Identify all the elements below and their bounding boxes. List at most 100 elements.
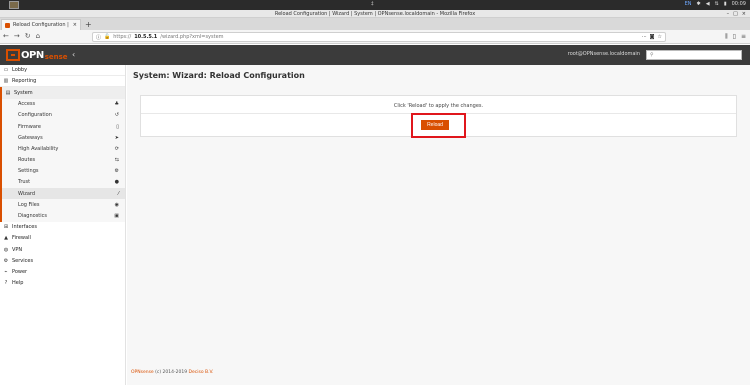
history-icon: ↺ (114, 112, 119, 119)
sidebar-item-label: Interfaces (12, 224, 37, 231)
logo-subtext: sense (44, 52, 68, 61)
sidebar-subitem-diagnostics[interactable]: Diagnostics ▣ (0, 210, 125, 222)
sidebar-subitem-trust[interactable]: Trust ● (0, 176, 125, 189)
magic-icon: ⁄ (118, 190, 119, 197)
panel-center-glyph: ‡ (371, 1, 374, 7)
sidebar-item-reporting[interactable]: ▥ Reporting (0, 76, 125, 88)
sidebar-item-label: Services (12, 257, 34, 264)
footer-brand-link[interactable]: OPNsense (131, 370, 154, 375)
laptop-icon: ▭ (3, 67, 9, 74)
minimize-icon[interactable]: – (727, 11, 730, 17)
url-bar[interactable]: ⓘ 🔓 https://10.5.5.1/wizard.php?xml=syst… (92, 32, 666, 42)
sidebar-subitem-firmware[interactable]: Firmware ▯ (0, 120, 125, 133)
network-icon[interactable]: ⇅ (715, 1, 719, 7)
sidebar-item-help[interactable]: ? Help (0, 278, 125, 289)
reload-page-icon[interactable]: ↻ (25, 32, 31, 40)
sidebar-subitem-label: Access (18, 101, 36, 108)
battery-icon[interactable]: ▮ (724, 1, 727, 7)
main-content: System: Wizard: Reload Configuration Cli… (127, 65, 750, 385)
apply-instructions: Click 'Reload' to apply the changes. (393, 103, 484, 109)
sidebar-subitem-routes[interactable]: Routes ⇆ (0, 154, 125, 166)
tab-close-icon[interactable]: × (73, 22, 77, 28)
page-title: System: Wizard: Reload Configuration (133, 71, 305, 80)
opnsense-logo[interactable]: OPN sense (6, 49, 68, 61)
maximize-icon[interactable]: □ (733, 11, 738, 17)
back-icon[interactable]: ← (3, 32, 9, 40)
sidebar-subitem-label: Settings (18, 168, 39, 175)
search-box[interactable]: ⚲ (646, 50, 742, 60)
forward-icon[interactable]: → (14, 32, 20, 40)
logo-mark-icon (6, 49, 20, 61)
page-actions-icon[interactable]: ··· (642, 34, 647, 40)
opnsense-header: OPN sense ‹ root@OPNsense.localdomain ⚲ (0, 45, 750, 65)
sidebar-item-label: Firewall (12, 235, 31, 242)
lock-warning-icon[interactable]: 🔓 (104, 34, 110, 40)
nav-buttons: ← → ↻ ⌂ (3, 32, 40, 40)
bookmark-star-icon[interactable]: ☆ (658, 34, 662, 40)
sidebar-item-system[interactable]: ▤ System (0, 87, 125, 99)
fire-icon: ▲ (4, 235, 8, 242)
window-titlebar: Reload Configuration | Wizard | System |… (0, 10, 750, 18)
sidebar-subitem-high-availability[interactable]: High Availability ⟳ (0, 143, 125, 155)
system-tray: EN ✱ ◀ ⇅ ▮ 00:09 (685, 1, 746, 7)
sidebar-item-label: VPN (12, 246, 23, 253)
sidebar-subitem-label: Trust (18, 179, 31, 186)
cog-icon: ⚙ (3, 257, 9, 264)
sidebar-toggle-icon[interactable]: ▯ (733, 33, 736, 41)
sidebar-item-label: System (14, 89, 33, 96)
close-icon[interactable]: × (742, 11, 746, 17)
user-host-label[interactable]: root@OPNsense.localdomain (568, 51, 640, 57)
library-icon[interactable]: ⫼ (725, 33, 728, 41)
sidebar-item-power[interactable]: ⌁ Power (0, 266, 125, 277)
keyboard-layout-indicator[interactable]: EN (685, 1, 692, 7)
plug-icon: ⌁ (4, 268, 8, 275)
clock: 00:09 (731, 1, 746, 7)
sidebar-item-lobby[interactable]: ▭ Lobby (0, 65, 125, 77)
reload-highlight-box: Reload (411, 113, 466, 138)
sidebar-subitem-wizard[interactable]: Wizard ⁄ (0, 188, 125, 200)
server-icon: ▤ (5, 89, 11, 96)
pocket-icon[interactable]: ◙ (650, 34, 655, 40)
sidebar-item-vpn[interactable]: ◍ VPN (0, 244, 125, 255)
sidebar-subitem-settings[interactable]: Settings ⚙ (0, 165, 125, 177)
sidebar-subitem-gateways[interactable]: Gateways ➤ (0, 132, 125, 144)
sidebar-item-label: Help (12, 280, 24, 287)
sidebar-collapse-button[interactable]: ‹ (72, 50, 75, 59)
home-icon[interactable]: ⌂ (36, 32, 40, 40)
taskbar-app-thumbnail[interactable] (9, 1, 19, 9)
certificate-icon: ● (114, 179, 119, 186)
sidebar-subitem-label: Log Files (18, 201, 40, 208)
window-controls: – □ × (727, 11, 746, 17)
users-icon: ♣ (114, 101, 119, 108)
sidebar-subitem-label: Wizard (18, 190, 36, 197)
volume-icon[interactable]: ◀ (706, 1, 710, 7)
navigation-toolbar: ← → ↻ ⌂ ⓘ 🔓 https://10.5.5.1/wizard.php?… (0, 30, 750, 44)
info-icon[interactable]: ⓘ (96, 34, 101, 41)
sidebar-item-services[interactable]: ⚙ Services (0, 255, 125, 266)
sidebar-subitem-label: Gateways (18, 134, 43, 141)
sidebar-subitem-access[interactable]: Access ♣ (0, 98, 125, 110)
map-signs-icon: ⇆ (114, 157, 119, 164)
search-input[interactable] (656, 52, 737, 58)
sidebar-subitem-log-files[interactable]: Log Files ◉ (0, 199, 125, 211)
window-title: Reload Configuration | Wizard | System |… (274, 11, 476, 17)
sidebar-subitem-configuration[interactable]: Configuration ↺ (0, 109, 125, 121)
sitemap-icon: ⊞ (3, 224, 9, 231)
sidebar-subitem-label: Routes (18, 157, 36, 164)
sidebar-subitem-label: Diagnostics (18, 213, 48, 220)
chart-icon: ▥ (3, 78, 9, 85)
browser-tab[interactable]: Reload Configuration | Wiz × (1, 19, 81, 30)
reload-button[interactable]: Reload (421, 120, 449, 130)
sidebar-item-interfaces[interactable]: ⊞ Interfaces (0, 222, 125, 233)
search-icon: ⚲ (650, 52, 654, 58)
footer-company-link[interactable]: Deciso B.V. (189, 370, 214, 375)
sidebar-item-label: Power (12, 268, 28, 275)
favicon-icon (5, 22, 10, 28)
menu-icon[interactable]: ≡ (741, 33, 746, 41)
sidebar-item-firewall[interactable]: ▲ Firewall (0, 233, 125, 244)
logo-text: OPN (21, 49, 44, 61)
sidebar-item-label: Reporting (12, 78, 37, 85)
sidebar-subitem-label: Configuration (18, 112, 52, 119)
new-tab-button[interactable]: + (85, 20, 92, 29)
bluetooth-icon[interactable]: ✱ (697, 1, 701, 7)
